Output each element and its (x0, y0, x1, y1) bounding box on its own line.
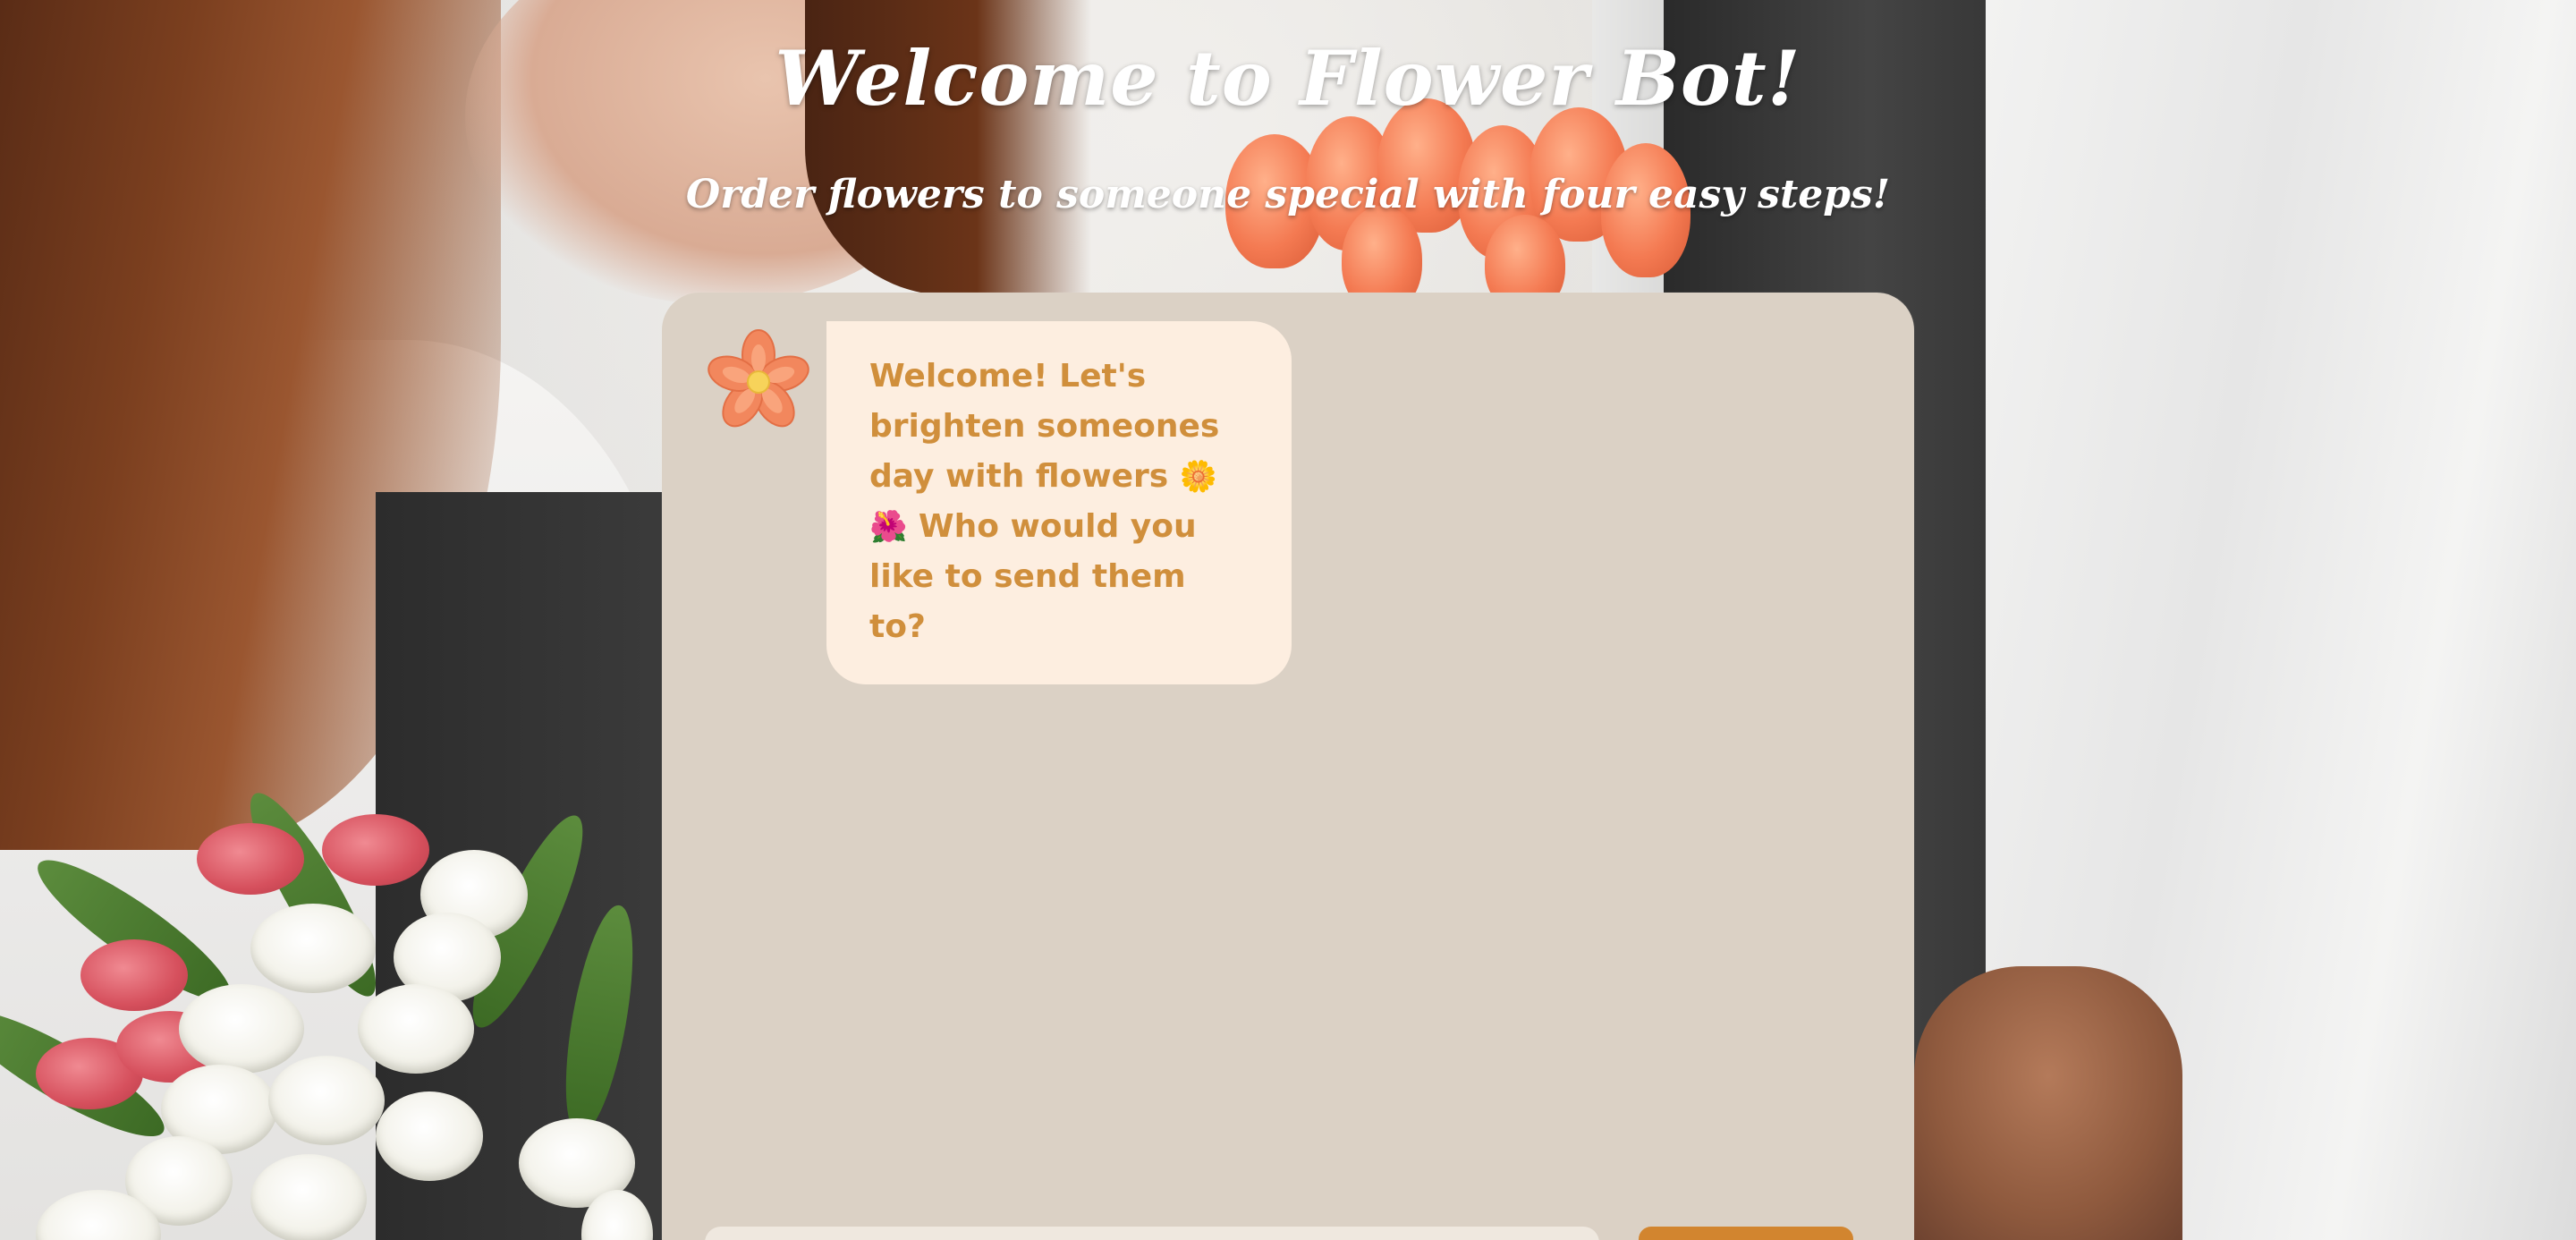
bot-message-bubble: Welcome! Let's brighten someones day wit… (826, 321, 1292, 684)
chat-input-row (705, 1227, 1903, 1240)
bot-message: Welcome! Let's brighten someones day wit… (705, 321, 1292, 684)
page-subtitle: Order flowers to someone special with fo… (685, 172, 1891, 217)
bot-message-text: Welcome! Let's brighten someones day wit… (869, 358, 1220, 495)
send-button[interactable] (1639, 1227, 1853, 1240)
bot-question-text: Who would you like to send them to? (869, 508, 1197, 645)
sunflower-emoji: 🌼 (1179, 459, 1218, 495)
hibiscus-emoji: 🌺 (869, 509, 908, 545)
chat-input[interactable] (705, 1227, 1599, 1240)
page-title: Welcome to Flower Bot! (775, 34, 1801, 123)
chat-panel: Welcome! Let's brighten someones day wit… (662, 293, 1914, 1240)
flower-icon (705, 327, 812, 434)
